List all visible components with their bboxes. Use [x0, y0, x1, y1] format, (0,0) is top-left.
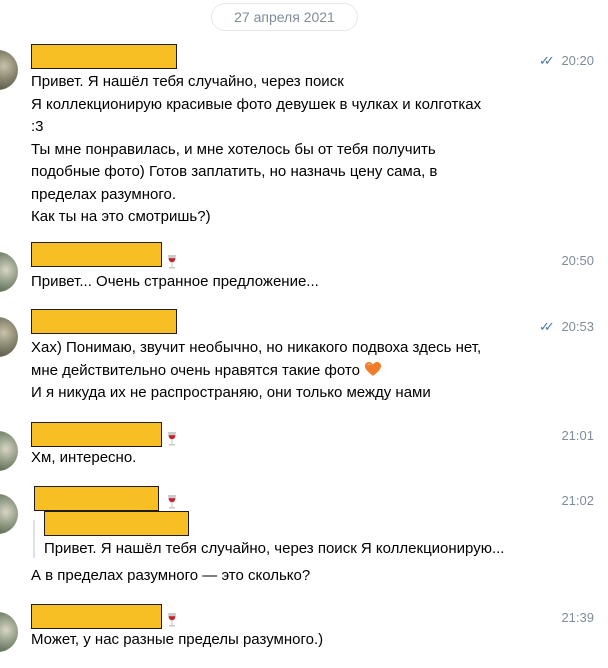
wine-glass-icon — [168, 255, 176, 269]
message-3: ✓✓ 20:53 Хах) Понимаю, звучит необычно, … — [0, 309, 608, 409]
message-line: Хм, интересно. — [31, 449, 137, 466]
message-line: :3 — [31, 118, 44, 135]
message-2: 20:50 Привет... Очень странное предложен… — [0, 242, 608, 302]
message-line: Хах) Понимаю, звучит необычно, но никако… — [31, 339, 482, 356]
redacted-sender-name[interactable] — [34, 486, 159, 511]
message-time: 21:39 — [561, 610, 594, 625]
message-line: Привет. Я нашёл тебя случайно, через пои… — [31, 73, 344, 90]
wine-glass-icon — [168, 432, 176, 446]
redacted-reply-author[interactable] — [44, 511, 189, 536]
reply-quote-bar — [33, 520, 35, 558]
avatar[interactable] — [0, 431, 18, 471]
message-time: 20:53 — [561, 319, 594, 334]
message-line: Может, у нас разные пределы разумного.) — [31, 631, 324, 648]
message-line: И я никуда их не распространяю, они толь… — [31, 384, 431, 401]
avatar[interactable] — [0, 252, 18, 292]
avatar[interactable] — [0, 494, 18, 534]
message-time: 20:50 — [561, 253, 594, 268]
message-line: пределах разумного. — [31, 185, 176, 203]
double-check-icon: ✓✓ — [539, 53, 555, 68]
redacted-sender-name[interactable] — [31, 422, 162, 447]
message-5: 21:02 Привет. Я нашёл тебя случайно, чер… — [0, 486, 608, 591]
message-text: мне действительно очень нравятся такие ф… — [31, 361, 360, 379]
message-time: 20:20 — [561, 53, 594, 68]
message-1: ✓✓ 20:20 Привет. Я нашёл тебя случайно, … — [0, 44, 608, 234]
message-line-with-emoji: мне действительно очень нравятся такие ф… — [31, 360, 546, 383]
avatar[interactable] — [0, 50, 18, 90]
message-line: Привет... Очень странное предложение... — [31, 273, 319, 290]
date-divider: 27 апреля 2021 — [211, 3, 358, 31]
redacted-sender-name[interactable] — [31, 604, 162, 629]
message-line: Как ты на это смотришь?) — [31, 208, 211, 225]
double-check-icon: ✓✓ — [539, 319, 555, 334]
redacted-sender-name[interactable] — [31, 242, 162, 267]
wine-glass-icon — [168, 495, 176, 509]
message-time: 21:02 — [561, 493, 594, 508]
orange-heart-icon — [364, 361, 381, 376]
reply-quote-text[interactable]: Привет. Я нашёл тебя случайно, через пои… — [44, 540, 504, 557]
avatar[interactable] — [0, 612, 18, 652]
redacted-sender-name[interactable] — [31, 44, 177, 69]
redacted-sender-name[interactable] — [31, 309, 177, 334]
wine-glass-icon — [168, 613, 176, 627]
message-4: 21:01 Хм, интересно. — [0, 422, 608, 482]
message-line: подобные фото) Готов заплатить, но назна… — [31, 163, 438, 180]
message-line: Ты мне понравилась, и мне хотелось бы от… — [31, 140, 436, 158]
message-line: А в пределах разумного — это сколько? — [31, 567, 311, 584]
message-line: Я коллекционирую красивые фото девушек в… — [31, 95, 482, 113]
message-time: 21:01 — [561, 428, 594, 443]
avatar[interactable] — [0, 317, 18, 357]
message-6: 21:39 Может, у нас разные пределы разумн… — [0, 604, 608, 668]
